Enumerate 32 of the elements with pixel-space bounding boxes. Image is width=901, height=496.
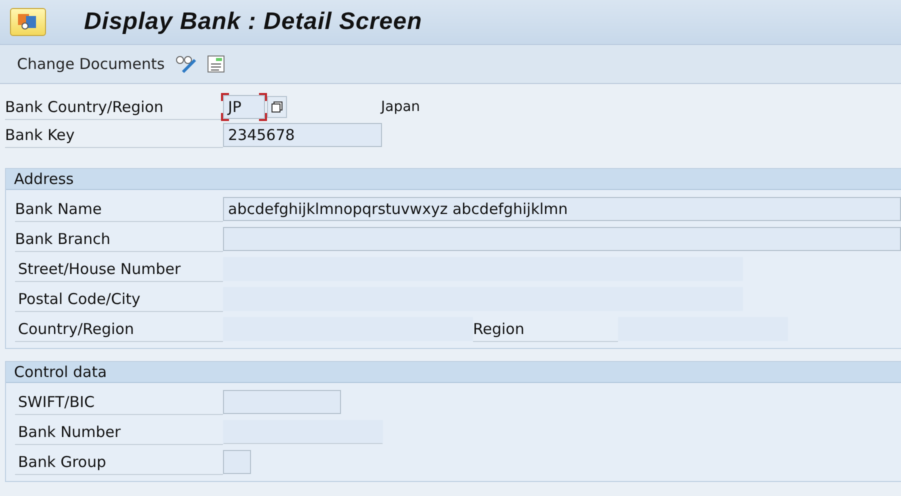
field-label: Bank Number xyxy=(15,420,223,444)
field-label: Country/Region xyxy=(15,316,223,342)
menu-icon xyxy=(17,13,39,31)
input-field[interactable] xyxy=(223,287,743,311)
document-icon[interactable] xyxy=(206,55,225,73)
input-field[interactable]: JP xyxy=(223,95,265,119)
field-label: SWIFT/BIC xyxy=(15,390,223,414)
input-field[interactable]: 2345678 xyxy=(223,123,382,147)
value-help-button[interactable] xyxy=(267,96,287,118)
input-field[interactable] xyxy=(618,317,788,341)
field-label: Postal Code/City xyxy=(15,286,223,312)
window-title: Display Bank : Detail Screen xyxy=(84,8,422,36)
input-field[interactable] xyxy=(223,420,383,444)
group-title: Address xyxy=(6,169,901,190)
field-label: Bank Branch xyxy=(15,226,223,252)
field-label: Bank Country/Region xyxy=(5,94,223,120)
field-label: Bank Key xyxy=(5,122,223,148)
glasses-icon[interactable] xyxy=(174,54,197,74)
group-title: Control data xyxy=(6,362,901,383)
field-label: Street/House Number xyxy=(15,256,223,282)
country-name: Japan xyxy=(381,99,420,115)
input-field[interactable] xyxy=(223,390,341,414)
field-label: Bank Group xyxy=(15,450,223,474)
input-field[interactable] xyxy=(223,257,743,281)
input-field[interactable]: abcdefghijklmnopqrstuvwxyz abcdefghijklmn xyxy=(223,197,901,221)
input-field[interactable] xyxy=(223,317,473,341)
change-documents-button[interactable]: Change Documents xyxy=(17,55,165,73)
input-field[interactable] xyxy=(223,450,251,474)
input-field[interactable] xyxy=(223,227,901,251)
menu-button[interactable] xyxy=(10,8,46,36)
field-label: Bank Name xyxy=(15,196,223,222)
copy-icon xyxy=(271,101,283,113)
